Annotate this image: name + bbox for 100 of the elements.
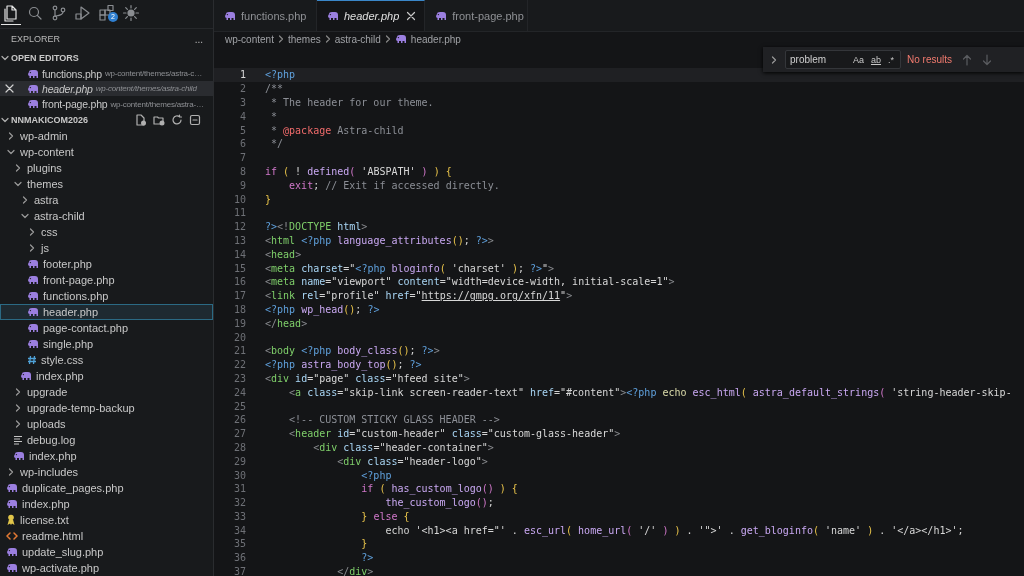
- tree-item[interactable]: uploads: [0, 416, 213, 432]
- files-icon[interactable]: [2, 4, 20, 23]
- tree-item[interactable]: wp-content: [0, 144, 213, 160]
- section-header[interactable]: OPEN EDITORS: [0, 50, 213, 66]
- breadcrumb-item[interactable]: wp-content: [225, 33, 274, 45]
- open-editor-item[interactable]: front-page.php wp-content/themes/astra-…: [0, 96, 213, 112]
- chevron-right-icon[interactable]: [13, 403, 23, 413]
- elephant-icon: [27, 307, 39, 317]
- elephant-icon: [27, 339, 39, 349]
- tree-item[interactable]: wp-includes: [0, 464, 213, 480]
- line-number: 16: [232, 276, 246, 288]
- search-field[interactable]: problem Aa ab .*: [785, 50, 901, 69]
- file-path: wp-content/themes/astra-c…: [104, 69, 202, 79]
- elephant-icon: [27, 68, 39, 79]
- chevron-right-icon: [276, 34, 285, 44]
- line-number: 27: [232, 428, 246, 440]
- tree-item[interactable]: page-contact.php: [0, 320, 213, 336]
- tree-item[interactable]: duplicate_pages.php: [0, 480, 213, 496]
- editor-tab[interactable]: header.php: [317, 0, 426, 31]
- tree-item[interactable]: upgrade: [0, 384, 213, 400]
- tree-item[interactable]: readme.html: [0, 528, 213, 544]
- find-option-button[interactable]: .*: [886, 54, 896, 65]
- close-icon[interactable]: [406, 11, 417, 21]
- code-line: <?php: [265, 69, 296, 81]
- line-number: 24: [232, 386, 246, 398]
- chevron-right-icon[interactable]: [13, 419, 23, 429]
- play-icon[interactable]: [74, 4, 92, 23]
- tree-item[interactable]: functions.php: [0, 288, 213, 304]
- chevron-right-icon[interactable]: [13, 387, 23, 397]
- sun-icon[interactable]: [122, 4, 140, 23]
- file-name: front-page.php: [42, 98, 108, 111]
- open-editor-item[interactable]: header.php wp-content/themes/astra-child: [0, 81, 213, 97]
- extensions-icon[interactable]: [98, 4, 116, 23]
- find-option-button[interactable]: Aa: [850, 54, 866, 65]
- tree-item[interactable]: wp-activate.php: [0, 560, 213, 576]
- tree-item[interactable]: index.php: [0, 368, 213, 384]
- find-option-button[interactable]: ab: [868, 54, 883, 65]
- chevron-right-icon[interactable]: [27, 243, 37, 253]
- tree-item[interactable]: upgrade-temp-backup: [0, 400, 213, 416]
- tree-item[interactable]: plugins: [0, 160, 213, 176]
- tree-item[interactable]: css: [0, 224, 213, 240]
- chevron-right-icon[interactable]: [13, 163, 23, 173]
- tree-item[interactable]: astra-child: [0, 208, 213, 224]
- code-line: <meta name="viewport" content="width=device-width, initial-scale=1">: [265, 276, 675, 288]
- tree-item[interactable]: index.php: [0, 448, 213, 464]
- code-line: <html <?php language_attributes(); ?>>: [265, 234, 494, 246]
- tree-item[interactable]: themes: [0, 176, 213, 192]
- more-actions-button[interactable]: ...: [194, 33, 203, 45]
- tree-item[interactable]: single.php: [0, 336, 213, 352]
- line-number: 10: [232, 193, 246, 205]
- code-line: <a class="skip-link screen-reader-text" href="#content"><?php echo esc_html( astra_default_strings( 'string-header-skip-: [288, 386, 1012, 398]
- breadcrumb-item[interactable]: header.php: [394, 33, 461, 45]
- line-number: 13: [232, 234, 246, 246]
- tree-item[interactable]: wp-admin: [0, 128, 213, 144]
- code-line: <meta charset="<?php bloginfo( 'charset' ); ?>">: [265, 262, 555, 274]
- tree-item[interactable]: style.css: [0, 352, 213, 368]
- tree-item[interactable]: index.php: [0, 496, 213, 512]
- chevron-right-icon[interactable]: [6, 131, 16, 141]
- chevron-right-icon[interactable]: [27, 227, 37, 237]
- code-brackets-icon: [6, 531, 18, 541]
- line-number: 37: [232, 566, 246, 576]
- code-line: }: [360, 538, 368, 550]
- line-number: 33: [232, 510, 246, 522]
- chevron-right-icon[interactable]: [20, 195, 30, 205]
- code-line: ?>: [360, 552, 374, 564]
- elephant-icon: [224, 10, 236, 21]
- line-number: 22: [232, 359, 246, 371]
- chevron-down-icon[interactable]: [13, 179, 23, 189]
- breadcrumb-item[interactable]: themes: [287, 33, 321, 45]
- file-name: functions.php: [42, 67, 102, 80]
- editor-tab[interactable]: front-page.php: [425, 0, 529, 31]
- chevron-right-icon[interactable]: [769, 54, 779, 65]
- tree-item[interactable]: front-page.php: [0, 272, 213, 288]
- tree-item[interactable]: license.txt: [0, 512, 213, 528]
- chevron-down-icon[interactable]: [6, 147, 16, 157]
- branch-icon[interactable]: [50, 4, 68, 23]
- line-number: 18: [232, 303, 246, 315]
- chevron-right-icon[interactable]: [6, 467, 16, 477]
- open-editor-item[interactable]: functions.php wp-content/themes/astra-c…: [0, 65, 213, 82]
- result-text: No results: [907, 54, 952, 65]
- close-icon[interactable]: [5, 84, 14, 94]
- new-folder-icon[interactable]: [153, 114, 165, 127]
- refresh-icon[interactable]: [171, 114, 183, 127]
- tree-item[interactable]: js: [0, 240, 213, 256]
- tree-item[interactable]: update_slug.php: [0, 544, 213, 560]
- elephant-icon: [6, 499, 18, 509]
- tree-item[interactable]: footer.php: [0, 256, 213, 272]
- tree-item[interactable]: debug.log: [0, 432, 213, 448]
- collapse-icon[interactable]: [189, 114, 201, 127]
- code-line: <?php astra_body_top(); ?>: [265, 359, 422, 371]
- tree-item[interactable]: astra: [0, 192, 213, 208]
- chevron-down-icon[interactable]: [20, 211, 30, 221]
- line-number: 28: [232, 441, 246, 453]
- tree-item[interactable]: header.php: [0, 304, 213, 320]
- code-line: exit; // Exit if accessed directly.: [288, 179, 500, 191]
- arrow-up-icon[interactable]: [962, 53, 972, 66]
- line-number: 36: [232, 552, 246, 564]
- breadcrumb-item[interactable]: astra-child: [334, 33, 381, 45]
- new-file-icon[interactable]: [135, 114, 147, 127]
- line-number: 9: [238, 179, 246, 191]
